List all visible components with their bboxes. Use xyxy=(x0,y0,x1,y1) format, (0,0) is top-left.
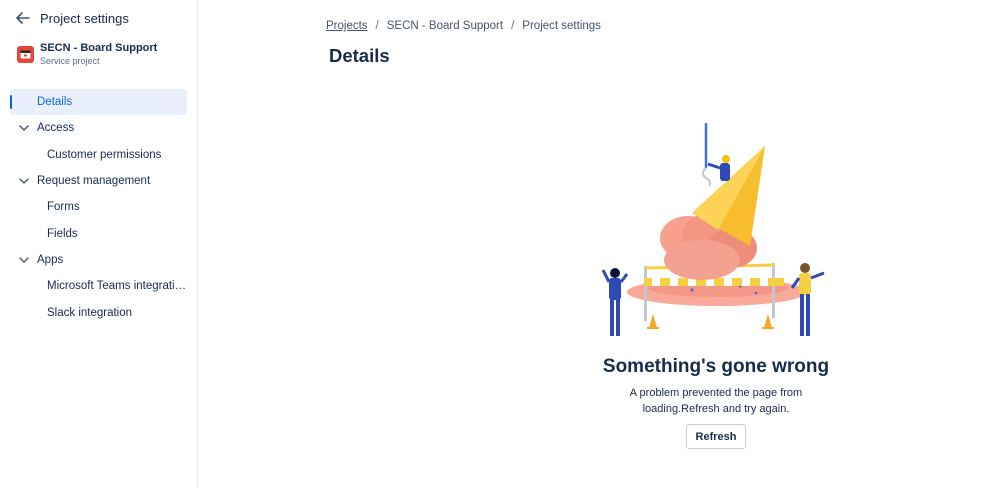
nav-item-label: Microsoft Teams integration xyxy=(47,280,187,293)
nav-group-apps[interactable]: Apps xyxy=(0,247,198,273)
nav-group-label: Request management xyxy=(37,175,151,188)
nav-item-label: Customer permissions xyxy=(47,148,162,161)
back-arrow-icon[interactable] xyxy=(14,9,32,27)
nav-item-label: Forms xyxy=(47,201,80,214)
nav-item-fields[interactable]: Fields xyxy=(0,220,198,246)
nav-group-request-management[interactable]: Request management xyxy=(0,168,198,194)
chevron-down-icon xyxy=(19,257,29,263)
nav-item-label: Slack integration xyxy=(47,306,133,319)
nav-group-access[interactable]: Access xyxy=(0,115,198,141)
refresh-button[interactable]: Refresh xyxy=(686,424,746,449)
project-info: SECN - Board Support Service project xyxy=(17,42,157,68)
project-type: Service project xyxy=(40,56,100,66)
nav-item-details[interactable]: Details xyxy=(10,89,187,116)
active-indicator xyxy=(10,95,12,109)
sidebar-header: Project settings xyxy=(14,9,129,27)
breadcrumb-separator: / xyxy=(511,20,515,32)
nav-group-label: Access xyxy=(37,122,75,135)
breadcrumb-project[interactable]: SECN - Board Support xyxy=(387,20,503,32)
nav-item-microsoft-teams-integration[interactable]: Microsoft Teams integration xyxy=(0,273,198,299)
error-title: Something's gone wrong xyxy=(602,356,830,377)
nav-group-label: Apps xyxy=(37,253,64,266)
nav-item-label: Details xyxy=(37,96,73,109)
chevron-down-icon xyxy=(19,178,29,184)
broken-ice-cream-illustration xyxy=(600,118,834,343)
nav-item-slack-integration[interactable]: Slack integration xyxy=(0,299,198,325)
project-avatar-icon xyxy=(17,46,34,63)
nav-item-label: Fields xyxy=(47,227,78,240)
chevron-down-icon xyxy=(19,125,29,132)
error-message: A problem prevented the page from loadin… xyxy=(629,387,803,415)
settings-nav: Details Access Customer permissions Requ… xyxy=(0,89,198,326)
breadcrumb-projects[interactable]: Projects xyxy=(326,20,368,32)
breadcrumb: Projects / SECN - Board Support / Projec… xyxy=(326,20,601,32)
breadcrumb-separator: / xyxy=(375,20,379,32)
sidebar: Project settings SECN - Board Support Se… xyxy=(0,0,198,488)
project-name: SECN - Board Support xyxy=(40,42,158,54)
breadcrumb-settings[interactable]: Project settings xyxy=(522,20,601,32)
sidebar-title: Project settings xyxy=(40,10,129,26)
nav-item-customer-permissions[interactable]: Customer permissions xyxy=(0,142,198,168)
nav-item-forms[interactable]: Forms xyxy=(0,194,198,220)
page-title: Details xyxy=(329,45,390,66)
